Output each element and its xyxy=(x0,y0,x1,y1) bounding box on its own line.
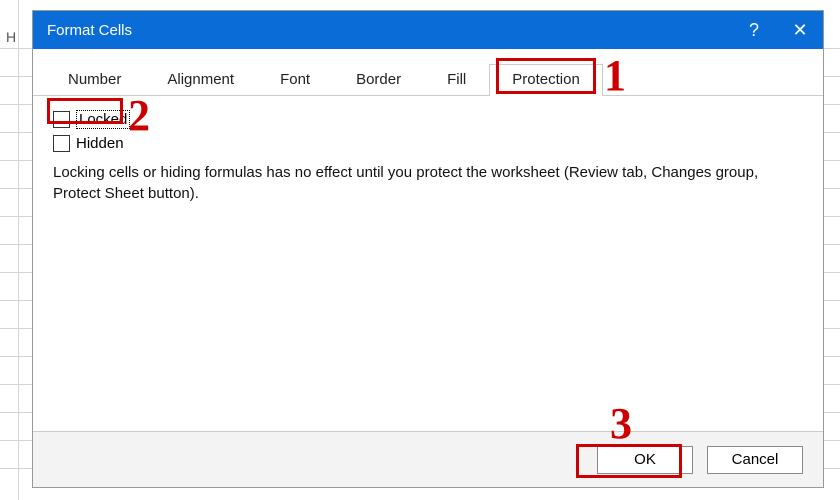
help-icon: ? xyxy=(749,20,759,41)
tab-fill[interactable]: Fill xyxy=(424,64,489,96)
dialog-title: Format Cells xyxy=(47,22,132,39)
close-button[interactable]: ✕ xyxy=(777,11,823,49)
tab-strip: Number Alignment Font Border Fill Protec… xyxy=(33,49,823,96)
close-icon: ✕ xyxy=(792,20,807,41)
hidden-checkbox-label[interactable]: Hidden xyxy=(76,135,124,152)
help-button[interactable]: ? xyxy=(731,11,777,49)
column-header-letter: H xyxy=(6,29,16,45)
tab-font[interactable]: Font xyxy=(257,64,333,96)
tab-number[interactable]: Number xyxy=(45,64,144,96)
tab-alignment[interactable]: Alignment xyxy=(144,64,257,96)
tab-border[interactable]: Border xyxy=(333,64,424,96)
hidden-checkbox[interactable] xyxy=(53,135,70,152)
hidden-row: Hidden xyxy=(53,135,803,152)
tab-protection[interactable]: Protection xyxy=(489,64,603,96)
ok-button[interactable]: OK xyxy=(597,446,693,474)
dialog-titlebar: Format Cells ? ✕ xyxy=(33,11,823,49)
format-cells-dialog: Format Cells ? ✕ Number Alignment Font B… xyxy=(32,10,824,488)
protection-explain-text: Locking cells or hiding formulas has no … xyxy=(53,162,793,204)
dialog-content: Locked Hidden Locking cells or hiding fo… xyxy=(33,96,823,431)
locked-row: Locked xyxy=(53,110,803,129)
locked-checkbox-label[interactable]: Locked xyxy=(76,110,130,129)
dialog-footer: OK Cancel xyxy=(33,431,823,487)
cancel-button[interactable]: Cancel xyxy=(707,446,803,474)
locked-checkbox[interactable] xyxy=(53,111,70,128)
